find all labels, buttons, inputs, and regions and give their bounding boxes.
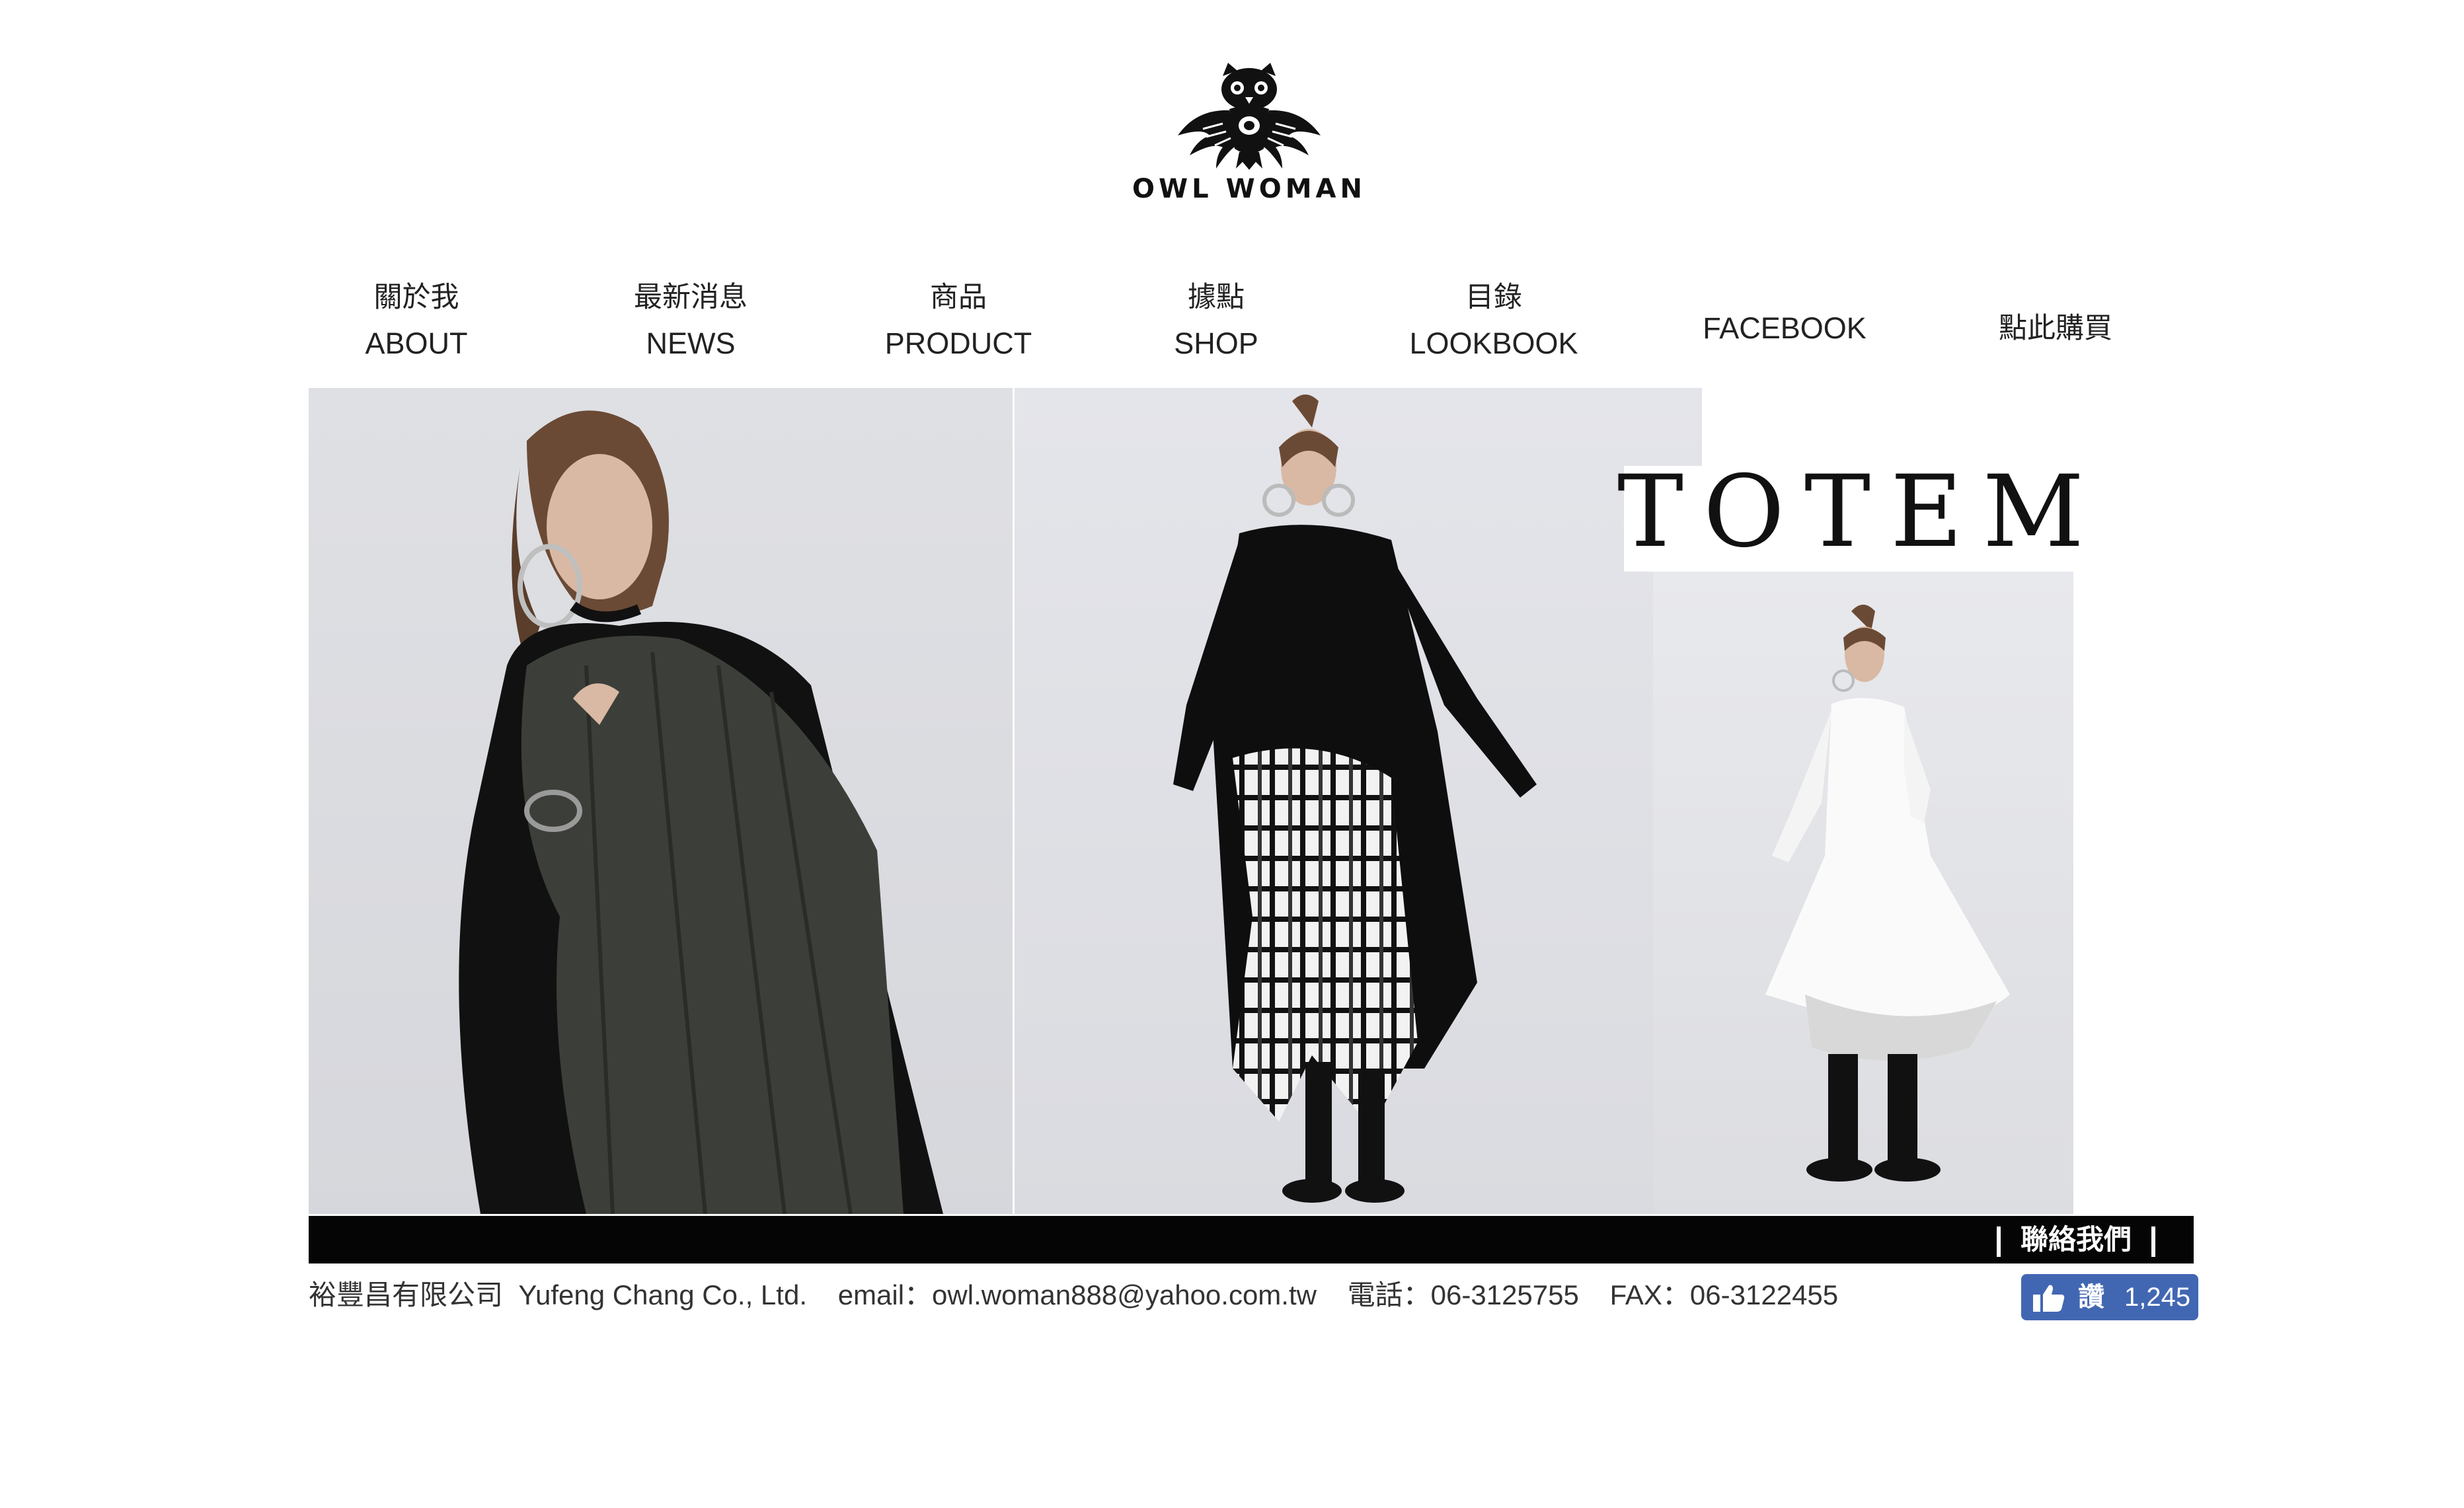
nav-shop-en: SHOP — [1174, 326, 1258, 360]
nav-product-zh: 商品 — [930, 282, 987, 313]
model-plaid-figure — [1173, 395, 1537, 1203]
model-photo-white-dress — [1653, 572, 2073, 1214]
email-text: email：owl.woman888@yahoo.com.tw — [837, 1279, 1317, 1310]
owl-totem-icon — [1178, 63, 1321, 170]
thumbs-up-icon — [2033, 1285, 2065, 1312]
nav-about-zh: 關於我 — [373, 282, 459, 313]
brand-logo[interactable]: OWL WOMAN — [1124, 63, 1375, 215]
nav-lookbook-en: LOOKBOOK — [1409, 326, 1578, 360]
nav-news-en: NEWS — [646, 326, 736, 360]
model-white-dress-figure — [1765, 605, 2010, 1182]
fax-text: FAX：06-3122455 — [1609, 1279, 1839, 1310]
nav-buy[interactable]: 點此購買 — [1976, 309, 2135, 348]
nav-shop[interactable]: 據點 SHOP — [1150, 278, 1282, 370]
contact-bar: 聯絡我們 — [309, 1216, 2194, 1263]
nav-news[interactable]: 最新消息 NEWS — [618, 278, 763, 370]
phone-text: 電話：06-3125755 — [1347, 1279, 1579, 1310]
nav-product[interactable]: 商品 PRODUCT — [872, 278, 1044, 370]
nav-product-en: PRODUCT — [884, 326, 1032, 360]
facebook-like-button[interactable]: 讚 1,245 — [2021, 1274, 2198, 1320]
like-label: 讚 — [2078, 1282, 2104, 1312]
model-scarf-figure — [459, 410, 943, 1214]
model-photo-plaid — [1015, 388, 1702, 1214]
contact-us-label: 聯絡我們 — [2020, 1223, 2132, 1256]
nav-news-zh: 最新消息 — [634, 282, 748, 313]
contact-us-link[interactable]: 聯絡我們 — [1977, 1220, 2175, 1260]
nav-about[interactable]: 關於我 ABOUT — [350, 278, 482, 370]
company-name: 裕豐昌有限公司 Yufeng Chang Co., Ltd. — [309, 1279, 807, 1310]
hero-banner[interactable]: TOTEM — [309, 388, 2194, 1214]
nav-shop-zh: 據點 — [1188, 282, 1245, 313]
nav-about-en: ABOUT — [365, 326, 468, 360]
nav-lookbook-zh: 目錄 — [1465, 282, 1522, 313]
main-navigation: 關於我 ABOUT 最新消息 NEWS 商品 PRODUCT 據點 SHOP 目… — [0, 278, 2464, 377]
nav-lookbook[interactable]: 目錄 LOOKBOOK — [1401, 278, 1586, 370]
nav-facebook[interactable]: FACEBOOK — [1692, 309, 1877, 348]
like-count: 1,245 — [2124, 1283, 2191, 1312]
collection-title: TOTEM — [1617, 455, 2104, 570]
model-photo-scarf — [309, 388, 1013, 1214]
brand-name: OWL WOMAN — [1132, 174, 1366, 204]
footer-info: 裕豐昌有限公司 Yufeng Chang Co., Ltd. email：owl… — [309, 1275, 1838, 1315]
divider — [2151, 1226, 2155, 1257]
divider — [1996, 1226, 2001, 1257]
